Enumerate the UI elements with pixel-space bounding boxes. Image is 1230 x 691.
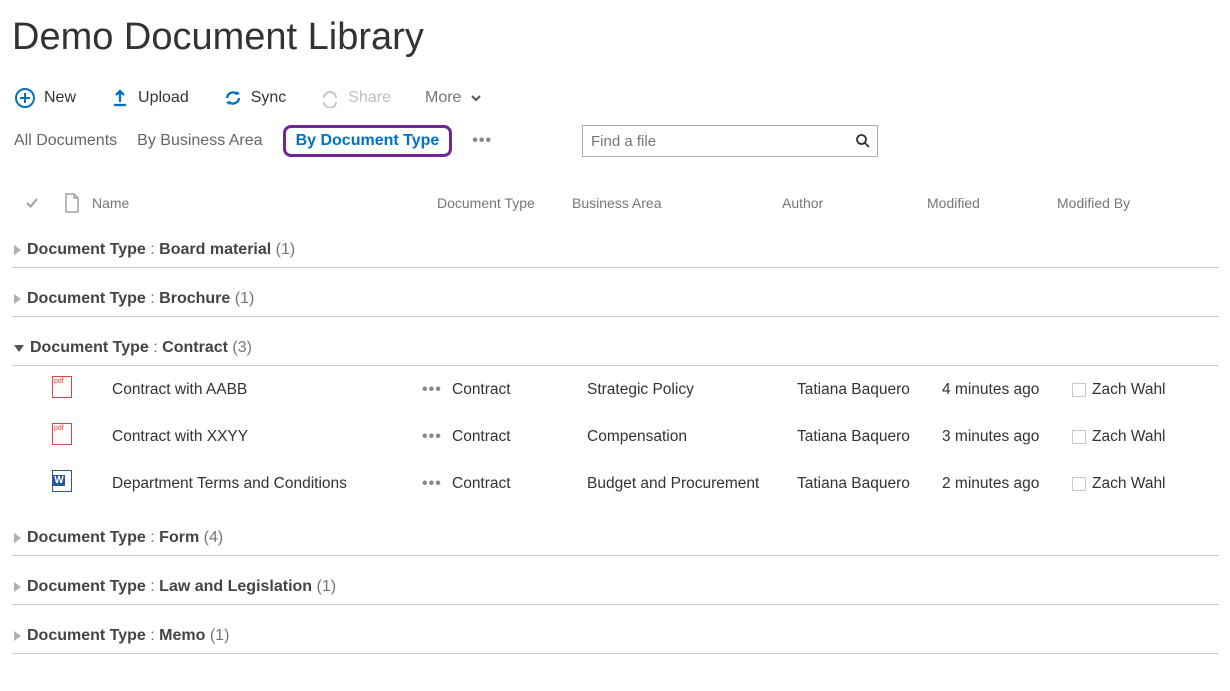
expand-icon[interactable] bbox=[14, 582, 21, 592]
col-modified-by[interactable]: Modified By bbox=[1057, 195, 1230, 211]
table-row[interactable]: Department Terms and Conditions ••• Cont… bbox=[12, 460, 1218, 507]
new-button[interactable]: New bbox=[14, 87, 76, 109]
cell-modified: 4 minutes ago bbox=[942, 381, 1072, 399]
col-author[interactable]: Author bbox=[782, 195, 927, 211]
table-row[interactable]: Contract with XXYY ••• Contract Compensa… bbox=[12, 413, 1218, 460]
sync-button[interactable]: Sync bbox=[223, 88, 287, 108]
sync-icon bbox=[223, 88, 243, 108]
col-name[interactable]: Name bbox=[92, 195, 437, 211]
cell-modified-by: Zach Wahl bbox=[1072, 381, 1230, 399]
col-modified[interactable]: Modified bbox=[927, 195, 1057, 211]
group-header[interactable]: Document Type : Law and Legislation (1) bbox=[12, 566, 1218, 605]
cell-modified: 3 minutes ago bbox=[942, 428, 1072, 446]
presence-icon bbox=[1072, 383, 1086, 397]
upload-label: Upload bbox=[138, 89, 189, 107]
cell-business-area: Budget and Procurement bbox=[587, 475, 797, 493]
row-menu-icon[interactable]: ••• bbox=[422, 381, 452, 399]
page-title: Demo Document Library bbox=[12, 16, 1218, 59]
cell-author: Tatiana Baquero bbox=[797, 381, 942, 399]
file-type-icon bbox=[52, 470, 112, 497]
share-button[interactable]: Share bbox=[320, 88, 391, 108]
sync-label: Sync bbox=[251, 89, 287, 107]
file-type-icon bbox=[52, 423, 112, 450]
col-document-type[interactable]: Document Type bbox=[437, 195, 572, 211]
cell-business-area: Compensation bbox=[587, 428, 797, 446]
group-header[interactable]: Document Type : Board material (1) bbox=[12, 229, 1218, 268]
cell-author: Tatiana Baquero bbox=[797, 428, 942, 446]
expand-icon[interactable] bbox=[14, 245, 21, 255]
table-row[interactable]: Contract with AABB ••• Contract Strategi… bbox=[12, 366, 1218, 413]
cell-modified-by: Zach Wahl bbox=[1072, 475, 1230, 493]
file-name[interactable]: Contract with XXYY bbox=[112, 428, 422, 446]
cell-document-type: Contract bbox=[452, 428, 587, 446]
search-icon[interactable] bbox=[855, 133, 871, 149]
cell-document-type: Contract bbox=[452, 475, 587, 493]
group-header[interactable]: Document Type : Form (4) bbox=[12, 517, 1218, 556]
more-button[interactable]: More bbox=[425, 89, 483, 107]
cell-document-type: Contract bbox=[452, 381, 587, 399]
group-header[interactable]: Document Type : Brochure (1) bbox=[12, 278, 1218, 317]
new-label: New bbox=[44, 89, 76, 107]
cell-author: Tatiana Baquero bbox=[797, 475, 942, 493]
view-all-documents[interactable]: All Documents bbox=[14, 132, 117, 150]
row-menu-icon[interactable]: ••• bbox=[422, 475, 452, 493]
share-label: Share bbox=[348, 89, 391, 107]
expand-icon[interactable] bbox=[14, 294, 21, 304]
group-label: Document Type : Law and Legislation (1) bbox=[27, 578, 336, 596]
group-label: Document Type : Board material (1) bbox=[27, 241, 295, 259]
presence-icon bbox=[1072, 430, 1086, 444]
views-more-icon[interactable]: ••• bbox=[472, 132, 492, 150]
group-label: Document Type : Form (4) bbox=[27, 529, 223, 547]
file-name[interactable]: Contract with AABB bbox=[112, 381, 422, 399]
row-menu-icon[interactable]: ••• bbox=[422, 428, 452, 446]
collapse-icon[interactable] bbox=[14, 345, 24, 352]
group-label: Document Type : Memo (1) bbox=[27, 627, 229, 645]
group-header[interactable]: Document Type : Contract (3) bbox=[12, 327, 1218, 366]
file-name[interactable]: Department Terms and Conditions bbox=[112, 475, 422, 493]
search-placeholder: Find a file bbox=[591, 133, 656, 150]
view-by-business-area[interactable]: By Business Area bbox=[137, 132, 262, 150]
toolbar: New Upload Sync Share More bbox=[12, 87, 1218, 109]
cell-modified-by: Zach Wahl bbox=[1072, 428, 1230, 446]
file-column-icon bbox=[52, 193, 92, 213]
upload-icon bbox=[110, 88, 130, 108]
search-input[interactable]: Find a file bbox=[582, 125, 878, 157]
col-business-area[interactable]: Business Area bbox=[572, 195, 782, 211]
plus-circle-icon bbox=[14, 87, 36, 109]
expand-icon[interactable] bbox=[14, 631, 21, 641]
cell-business-area: Strategic Policy bbox=[587, 381, 797, 399]
more-label: More bbox=[425, 89, 461, 107]
presence-icon bbox=[1072, 477, 1086, 491]
view-by-document-type[interactable]: By Document Type bbox=[283, 125, 453, 157]
cell-modified: 2 minutes ago bbox=[942, 475, 1072, 493]
upload-button[interactable]: Upload bbox=[110, 88, 189, 108]
file-type-icon bbox=[52, 376, 112, 403]
group-header[interactable]: Document Type : Memo (1) bbox=[12, 615, 1218, 654]
views-row: All Documents By Business Area By Docume… bbox=[12, 125, 1218, 157]
group-label: Document Type : Brochure (1) bbox=[27, 290, 254, 308]
share-icon bbox=[320, 88, 340, 108]
table-header: Name Document Type Business Area Author … bbox=[12, 187, 1218, 219]
check-column-icon[interactable] bbox=[12, 195, 52, 211]
group-label: Document Type : Contract (3) bbox=[30, 339, 252, 357]
chevron-down-icon bbox=[469, 91, 483, 105]
expand-icon[interactable] bbox=[14, 533, 21, 543]
